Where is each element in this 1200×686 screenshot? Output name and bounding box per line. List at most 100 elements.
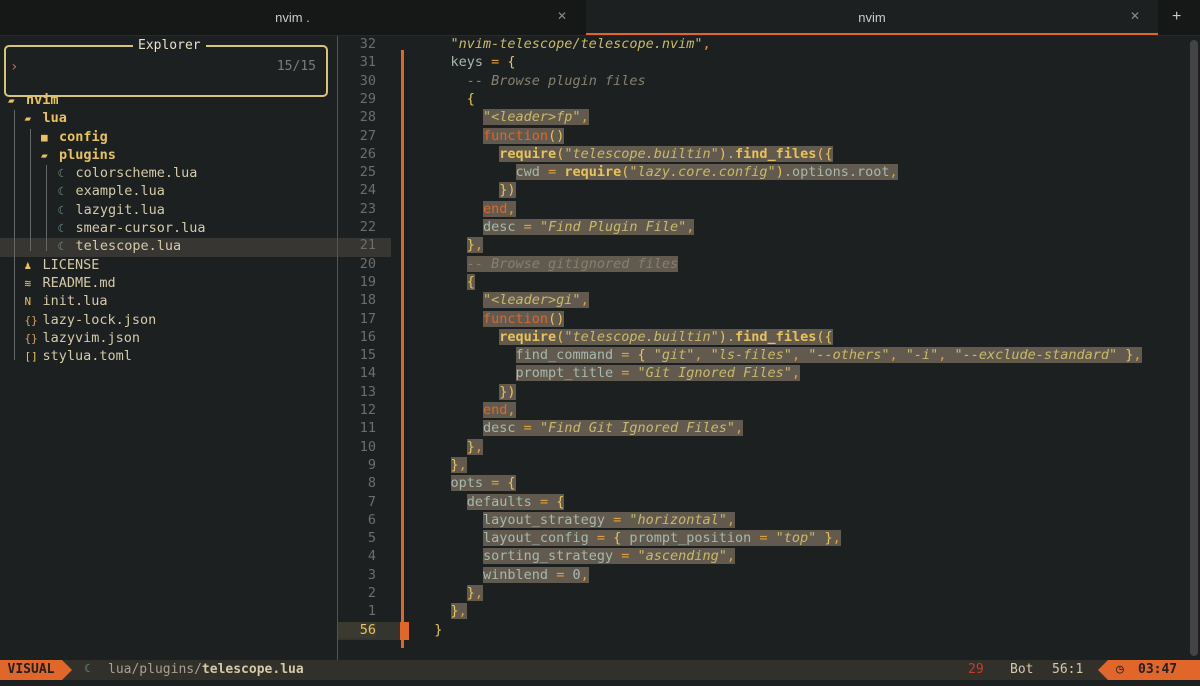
code-token: function bbox=[483, 310, 549, 327]
code-editor[interactable]: 32 "nvim-telescope/telescope.nvim", 31 ke… bbox=[338, 36, 1188, 660]
code-line[interactable]: 9 }, bbox=[338, 456, 1188, 475]
code-token: find_command bbox=[515, 347, 614, 364]
code-line[interactable]: 21 }, bbox=[338, 237, 1188, 255]
code-line[interactable]: 20 -- Browse gitignored files bbox=[338, 255, 1188, 274]
tree-item[interactable]: ■ config bbox=[0, 129, 337, 147]
tree-item[interactable]: [] stylua.toml bbox=[0, 348, 337, 366]
tree-item[interactable]: ▰ nvim bbox=[0, 92, 337, 110]
tree-item[interactable]: ☾ telescope.lua bbox=[0, 238, 391, 257]
code-line[interactable]: 30 -- Browse plugin files bbox=[338, 73, 1188, 91]
tree-item[interactable]: {} lazyvim.json bbox=[0, 330, 337, 348]
code-token: prompt_position bbox=[629, 530, 752, 547]
code-line[interactable]: 13 }) bbox=[338, 383, 1188, 402]
code-token: = bbox=[751, 530, 776, 547]
code-line[interactable]: 8 opts = { bbox=[338, 475, 1188, 493]
code-text: }, bbox=[418, 438, 484, 455]
code-text: layout_strategy = "horizontal", bbox=[418, 511, 736, 528]
tree-item[interactable]: ♟ LICENSE bbox=[0, 257, 337, 275]
code-token: desc bbox=[483, 219, 516, 235]
line-number: 3 bbox=[367, 566, 376, 583]
code-line[interactable]: 18 "<leader>gi", bbox=[338, 292, 1188, 310]
code-line[interactable]: 31 keys = { bbox=[338, 54, 1188, 72]
code-token: () bbox=[548, 127, 565, 144]
code-token: layout_config bbox=[483, 530, 589, 547]
code-text: } bbox=[418, 622, 442, 638]
code-token: . bbox=[726, 328, 736, 345]
tab-nvim-dot[interactable]: nvim . ✕ bbox=[0, 0, 585, 35]
close-icon[interactable]: ✕ bbox=[1130, 9, 1140, 23]
tree-item[interactable]: ☾ example.lua bbox=[0, 183, 337, 201]
scrollbar[interactable] bbox=[1188, 36, 1200, 660]
tab-nvim[interactable]: nvim ✕ bbox=[586, 0, 1158, 35]
tree-indent-guide bbox=[30, 128, 31, 251]
tree-item[interactable]: Ninit.lua bbox=[0, 293, 337, 311]
code-line[interactable]: 11 desc = "Find Git Ignored Files", bbox=[338, 420, 1188, 438]
code-token: = bbox=[613, 347, 638, 364]
code-text: "<leader>fp", bbox=[418, 109, 589, 126]
code-token: "Git Ignored Files" bbox=[637, 365, 792, 382]
code-line[interactable]: 28 "<leader>fp", bbox=[338, 109, 1188, 127]
tree-item[interactable]: ▰ lua bbox=[0, 110, 337, 128]
tree-item[interactable]: ▰ plugins bbox=[0, 147, 337, 165]
code-text: keys = { bbox=[418, 54, 516, 70]
code-token: "ascending" bbox=[637, 548, 727, 565]
code-line[interactable]: 7 defaults = { bbox=[338, 493, 1188, 512]
command-line[interactable] bbox=[0, 680, 1200, 686]
code-text: -- Browse gitignored files bbox=[418, 255, 679, 272]
code-token: "nvim-telescope/telescope.nvim" bbox=[450, 36, 703, 52]
line-number: 29 bbox=[359, 90, 376, 107]
tree-item[interactable]: ≋ README.md bbox=[0, 275, 337, 293]
code-line[interactable]: 24 }) bbox=[338, 182, 1188, 200]
code-line[interactable]: 1 }, bbox=[338, 603, 1188, 621]
code-line[interactable]: 3 winblend = 0, bbox=[338, 566, 1188, 585]
code-line[interactable]: 22 desc = "Find Plugin File", bbox=[338, 219, 1188, 237]
code-line[interactable]: 17 function() bbox=[338, 310, 1188, 329]
line-number: 15 bbox=[359, 347, 376, 364]
code-line[interactable]: 25 cwd = require("lazy.core.config").opt… bbox=[338, 164, 1188, 182]
code-line[interactable]: 32 "nvim-telescope/telescope.nvim", bbox=[338, 36, 1188, 54]
code-text: }, bbox=[418, 603, 467, 620]
code-line[interactable]: 14 prompt_title = "Git Ignored Files", bbox=[338, 365, 1188, 383]
code-line[interactable]: 2 }, bbox=[338, 585, 1188, 603]
code-token: find_files bbox=[735, 328, 817, 345]
close-icon[interactable]: ✕ bbox=[557, 9, 567, 23]
code-line[interactable]: 12 end, bbox=[338, 402, 1188, 420]
code-line[interactable]: 5 layout_config = { prompt_position = "t… bbox=[338, 530, 1188, 548]
line-number: 2 bbox=[367, 585, 376, 601]
code-text: require("telescope.builtin").find_files(… bbox=[418, 145, 833, 162]
code-token: keys bbox=[450, 54, 484, 71]
code-line[interactable]: 6 layout_strategy = "horizontal", bbox=[338, 511, 1188, 530]
code-line[interactable]: 10 }, bbox=[338, 438, 1188, 457]
code-line[interactable]: 4 sorting_strategy = "ascending", bbox=[338, 548, 1188, 566]
code-line[interactable]: 29 { bbox=[338, 91, 1188, 109]
scrollbar-thumb[interactable] bbox=[1190, 40, 1198, 656]
tree-item[interactable]: ☾ colorscheme.lua bbox=[0, 165, 337, 183]
line-number: 25 bbox=[359, 164, 376, 181]
code-line[interactable]: 19 { bbox=[338, 273, 1188, 292]
line-number: 22 bbox=[359, 219, 376, 235]
code-token: "telescope.builtin" bbox=[564, 328, 719, 345]
tree-item[interactable]: ☾ smear-cursor.lua bbox=[0, 220, 337, 238]
code-line[interactable]: 27 function() bbox=[338, 127, 1188, 146]
code-line[interactable]: 26 require("telescope.builtin").find_fil… bbox=[338, 145, 1188, 164]
tree-item[interactable]: {} lazy-lock.json bbox=[0, 312, 337, 330]
tree-item-label: config bbox=[59, 128, 108, 145]
code-line[interactable]: 16 require("telescope.builtin").find_fil… bbox=[338, 328, 1188, 347]
new-tab-button[interactable]: + bbox=[1172, 8, 1181, 26]
explorer-search-box[interactable]: Explorer › 15/15 bbox=[4, 38, 328, 97]
code-line[interactable]: 15 find_command = { "git", "ls-files", "… bbox=[338, 347, 1188, 365]
tree-item[interactable]: ☾ lazygit.lua bbox=[0, 202, 337, 220]
code-text: function() bbox=[418, 127, 565, 144]
lua-file-icon: ☾ bbox=[57, 167, 65, 181]
code-line[interactable]: 56 } bbox=[338, 621, 1188, 640]
code-token: , bbox=[938, 347, 955, 364]
code-line[interactable]: 23 end, bbox=[338, 200, 1188, 219]
